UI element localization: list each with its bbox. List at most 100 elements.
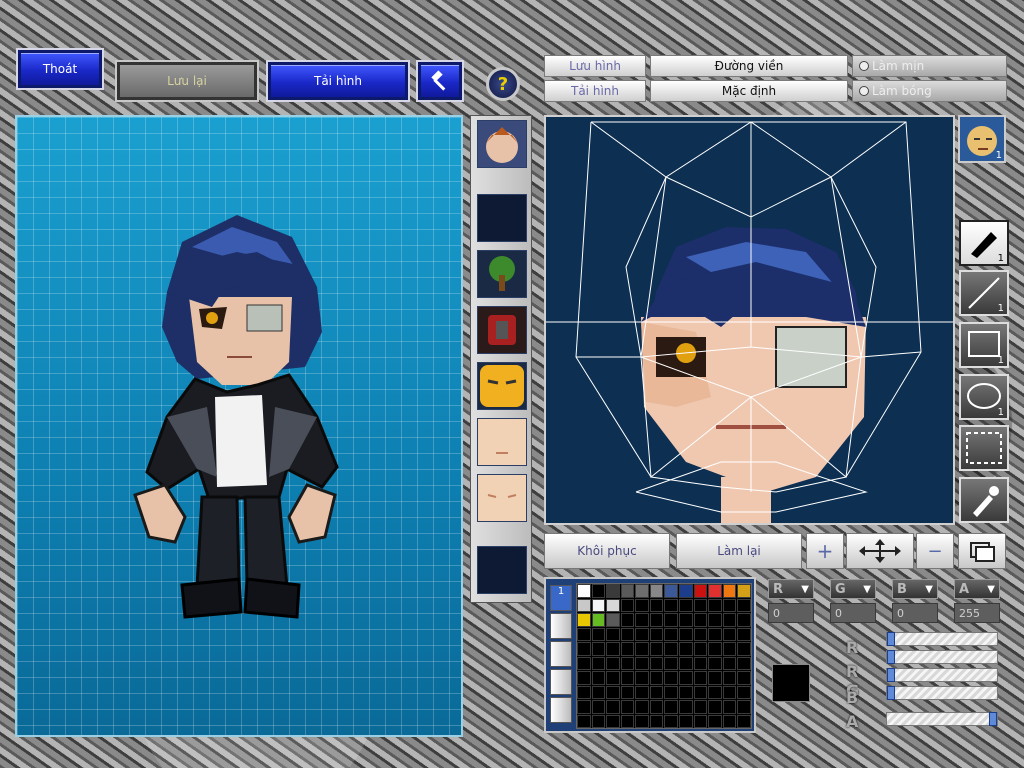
color-swatch[interactable] [679, 627, 693, 641]
color-swatch[interactable] [606, 714, 620, 728]
color-swatch[interactable] [664, 714, 679, 728]
color-swatch[interactable] [649, 642, 664, 656]
part-slot-skin-2[interactable] [477, 474, 527, 522]
color-swatch[interactable] [591, 685, 606, 699]
layer-tab-4[interactable] [550, 669, 572, 695]
color-swatch[interactable] [722, 642, 737, 656]
color-swatch[interactable] [737, 656, 751, 670]
color-swatch[interactable] [693, 700, 708, 714]
part-slot-skin-1[interactable] [477, 418, 527, 466]
shade-option[interactable]: Làm bóng [852, 80, 1007, 102]
color-swatch[interactable] [649, 671, 664, 685]
restore-button[interactable]: Khôi phục [544, 533, 670, 569]
color-swatch[interactable] [606, 598, 620, 612]
zoom-out-button[interactable]: − [916, 533, 954, 569]
b-slider-thumb[interactable] [887, 668, 895, 682]
color-swatch[interactable] [577, 671, 591, 685]
color-swatch[interactable] [664, 656, 679, 670]
color-swatch[interactable] [577, 613, 591, 627]
save-image-tab[interactable]: Lưu hình [544, 55, 646, 77]
color-swatch[interactable] [708, 642, 722, 656]
layer-tab-1[interactable]: 1 [550, 585, 572, 611]
part-slot-face-preset[interactable] [477, 120, 527, 168]
g-slider-thumb[interactable] [887, 650, 895, 664]
exit-button[interactable]: Thoát [16, 48, 104, 90]
color-swatch[interactable] [664, 598, 679, 612]
color-swatch[interactable] [635, 714, 649, 728]
color-swatch[interactable] [679, 656, 693, 670]
color-swatch[interactable] [737, 714, 751, 728]
part-slot-armor[interactable] [477, 306, 527, 354]
color-swatch[interactable] [693, 714, 708, 728]
color-swatch[interactable] [606, 656, 620, 670]
color-swatch[interactable] [693, 613, 708, 627]
color-swatch[interactable] [620, 642, 635, 656]
color-swatch[interactable] [620, 685, 635, 699]
color-swatch[interactable] [620, 627, 635, 641]
eyedropper-tool[interactable] [959, 477, 1009, 523]
outline-button[interactable]: Đường viền [650, 55, 848, 77]
color-swatch[interactable] [591, 714, 606, 728]
a-value-field[interactable]: 255 [954, 603, 1000, 623]
color-swatch[interactable] [649, 656, 664, 670]
redo-button[interactable]: Làm lại [676, 533, 802, 569]
a-channel-selector[interactable]: A ▼ [954, 579, 1000, 599]
g-slider[interactable] [886, 650, 998, 664]
color-swatch[interactable] [635, 671, 649, 685]
layer-copy-button[interactable] [958, 533, 1006, 569]
color-swatch[interactable] [591, 671, 606, 685]
layer-tab-5[interactable] [550, 697, 572, 723]
color-swatch[interactable] [722, 700, 737, 714]
r-slider[interactable] [886, 632, 998, 646]
part-slot-yellow-face[interactable] [477, 362, 527, 410]
color-swatch[interactable] [606, 627, 620, 641]
color-swatch[interactable] [591, 642, 606, 656]
color-swatch[interactable] [591, 584, 606, 598]
reload-image-tab[interactable]: Tải hình [544, 80, 646, 102]
default-button[interactable]: Mặc định [650, 80, 848, 102]
build-button[interactable] [416, 60, 464, 102]
color-swatch[interactable] [577, 584, 591, 598]
color-swatch[interactable] [693, 685, 708, 699]
color-swatch[interactable] [577, 714, 591, 728]
color-swatch[interactable] [722, 714, 737, 728]
color-swatch[interactable] [649, 598, 664, 612]
color-swatch[interactable] [722, 685, 737, 699]
part-slot-tree[interactable] [477, 250, 527, 298]
color-swatch[interactable] [606, 671, 620, 685]
color-swatch[interactable] [708, 685, 722, 699]
color-swatch[interactable] [620, 584, 635, 598]
color-swatch[interactable] [679, 584, 693, 598]
color-swatch[interactable] [664, 613, 679, 627]
color-swatch[interactable] [737, 598, 751, 612]
color-swatch[interactable] [620, 613, 635, 627]
color-swatch[interactable] [635, 700, 649, 714]
a-slider-thumb[interactable] [989, 712, 997, 726]
color-swatch[interactable] [693, 671, 708, 685]
color-swatch[interactable] [606, 700, 620, 714]
color-swatch[interactable] [649, 613, 664, 627]
color-swatch[interactable] [649, 714, 664, 728]
color-swatch[interactable] [591, 656, 606, 670]
color-swatch[interactable] [737, 627, 751, 641]
color-swatch[interactable] [664, 642, 679, 656]
color-swatch[interactable] [737, 642, 751, 656]
color-swatch[interactable] [606, 642, 620, 656]
character-preview-canvas[interactable] [15, 115, 463, 737]
extra-slider-thumb[interactable] [887, 686, 895, 700]
color-swatch[interactable] [664, 700, 679, 714]
b-channel-selector[interactable]: B ▼ [892, 579, 938, 599]
color-swatch[interactable] [591, 598, 606, 612]
head-thumbnail[interactable]: 1 [958, 115, 1006, 163]
color-swatch[interactable] [722, 627, 737, 641]
save-button[interactable]: Lưu lại [115, 60, 259, 102]
color-swatch[interactable] [606, 584, 620, 598]
color-swatch[interactable] [577, 627, 591, 641]
color-swatch[interactable] [649, 584, 664, 598]
color-swatch[interactable] [606, 613, 620, 627]
color-swatch[interactable] [679, 613, 693, 627]
b-slider[interactable] [886, 668, 998, 682]
color-swatch[interactable] [620, 598, 635, 612]
color-swatch[interactable] [722, 656, 737, 670]
color-swatch[interactable] [577, 656, 591, 670]
